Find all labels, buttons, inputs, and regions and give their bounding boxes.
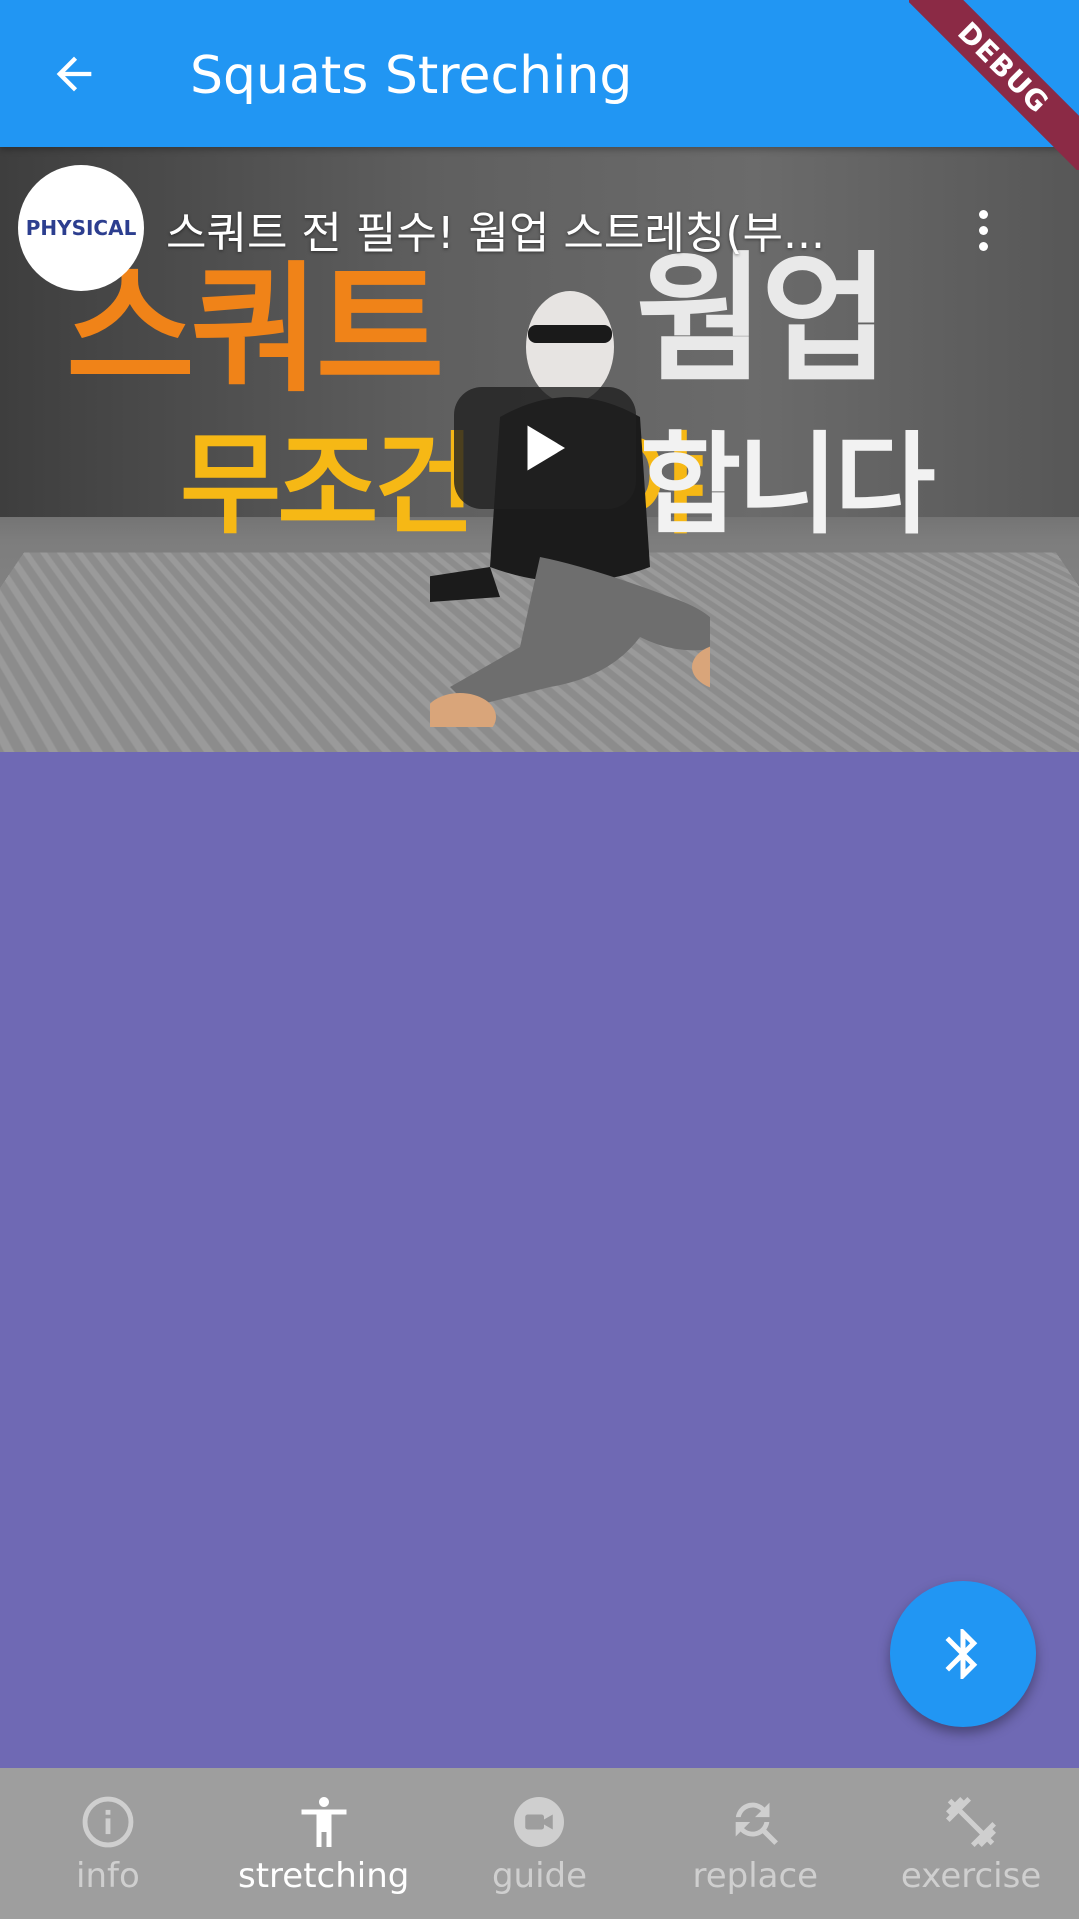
nav-label-replace: replace bbox=[692, 1856, 819, 1896]
back-button[interactable] bbox=[30, 30, 118, 118]
more-dot-icon bbox=[978, 209, 988, 219]
video-player[interactable]: 스쿼트 웜업 무조건 해야 합니다 PHYSICAL 스쿼트 전 필수! 웜업 … bbox=[0, 147, 1079, 752]
nav-label-guide: guide bbox=[491, 1856, 588, 1896]
more-dot-icon bbox=[978, 225, 988, 235]
bluetooth-fab[interactable] bbox=[890, 1581, 1036, 1727]
nav-label-info: info bbox=[76, 1856, 140, 1896]
more-options-button[interactable] bbox=[968, 195, 998, 265]
find-replace-icon bbox=[735, 1802, 779, 1845]
bluetooth-icon bbox=[945, 1629, 978, 1679]
nav-item-guide[interactable]: guide bbox=[432, 1768, 648, 1919]
accessibility-icon bbox=[301, 1797, 347, 1847]
dumbbell-icon bbox=[946, 1797, 997, 1847]
app-bar: Squats Streching bbox=[0, 0, 1079, 147]
page-title: Squats Streching bbox=[190, 46, 633, 106]
bottom-navigation: info stretching guide replace exercise bbox=[0, 1768, 1079, 1919]
channel-logo[interactable]: PHYSICAL bbox=[18, 165, 144, 291]
video-title[interactable]: 스쿼트 전 필수! 웜업 스트레칭(부... bbox=[166, 197, 956, 261]
info-icon bbox=[82, 1796, 134, 1848]
play-icon bbox=[527, 425, 565, 471]
channel-logo-text: PHYSICAL bbox=[25, 216, 137, 240]
video-camera-icon bbox=[514, 1797, 565, 1847]
nav-label-stretching: stretching bbox=[238, 1856, 410, 1896]
nav-label-exercise: exercise bbox=[900, 1856, 1042, 1896]
nav-item-info[interactable]: info bbox=[0, 1768, 216, 1919]
arrow-back-icon[interactable] bbox=[48, 48, 100, 100]
nav-item-replace[interactable]: replace bbox=[647, 1768, 863, 1919]
play-button[interactable] bbox=[454, 387, 636, 509]
more-dot-icon bbox=[978, 241, 988, 251]
nav-item-stretching[interactable]: stretching bbox=[216, 1768, 432, 1919]
nav-item-exercise[interactable]: exercise bbox=[863, 1768, 1079, 1919]
